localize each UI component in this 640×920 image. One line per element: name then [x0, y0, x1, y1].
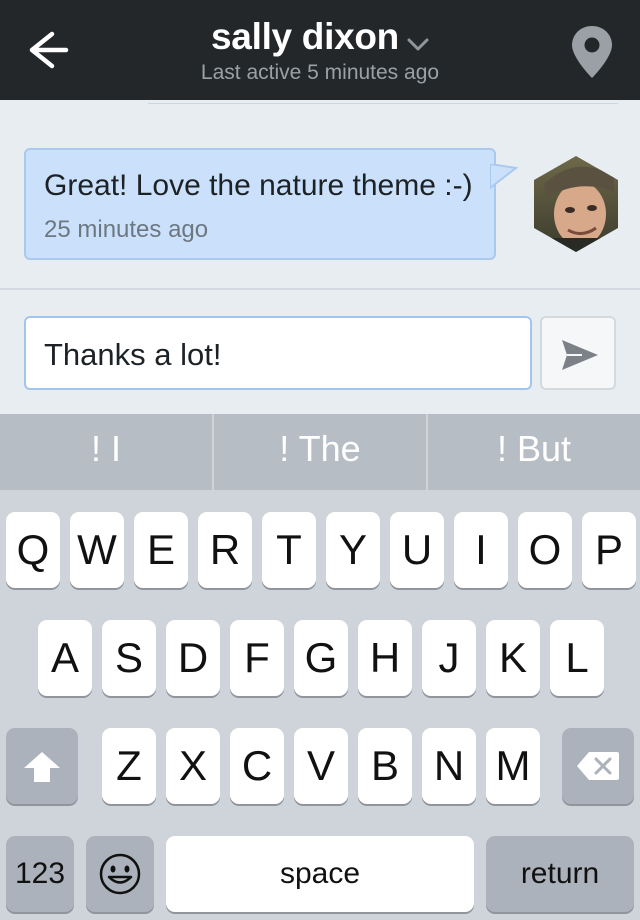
- message-input[interactable]: Thanks a lot!: [24, 316, 532, 390]
- last-active-status: Last active 5 minutes ago: [200, 61, 440, 84]
- key-p[interactable]: P: [582, 512, 636, 588]
- conversation-title[interactable]: sally dixon Last active 5 minutes ago: [160, 16, 480, 86]
- key-s[interactable]: S: [102, 620, 156, 696]
- key-b[interactable]: B: [358, 728, 412, 804]
- avatar[interactable]: [530, 154, 622, 254]
- compose-bar: Thanks a lot!: [0, 288, 640, 414]
- key-y[interactable]: Y: [326, 512, 380, 588]
- key-w[interactable]: W: [70, 512, 124, 588]
- key-v[interactable]: V: [294, 728, 348, 804]
- app-header: sally dixon Last active 5 minutes ago: [0, 0, 640, 100]
- key-m[interactable]: M: [486, 728, 540, 804]
- return-key[interactable]: return: [486, 836, 634, 912]
- delete-key[interactable]: [562, 728, 634, 804]
- key-k[interactable]: K: [486, 620, 540, 696]
- keyboard: ! I ! The ! But Q W E R T Y U I O P A S …: [0, 414, 640, 920]
- message-text: Great! Love the nature theme :-): [44, 169, 473, 202]
- key-e[interactable]: E: [134, 512, 188, 588]
- contact-name: sally dixon: [211, 16, 399, 57]
- key-r[interactable]: R: [198, 512, 252, 588]
- key-x[interactable]: X: [166, 728, 220, 804]
- bubble-tail: [490, 164, 518, 190]
- key-h[interactable]: H: [358, 620, 412, 696]
- key-g[interactable]: G: [294, 620, 348, 696]
- key-z[interactable]: Z: [102, 728, 156, 804]
- space-key[interactable]: space: [166, 836, 474, 912]
- key-n[interactable]: N: [422, 728, 476, 804]
- previous-message-edge: [148, 100, 618, 104]
- suggestion-2[interactable]: ! The: [214, 414, 426, 490]
- suggestion-1[interactable]: ! I: [0, 414, 212, 490]
- shift-key[interactable]: [6, 728, 78, 804]
- location-pin-icon[interactable]: [568, 24, 616, 80]
- send-icon: [562, 340, 598, 370]
- numbers-key[interactable]: 123: [6, 836, 74, 912]
- message-bubble[interactable]: Great! Love the nature theme :-) 25 minu…: [24, 148, 496, 260]
- key-q[interactable]: Q: [6, 512, 60, 588]
- key-f[interactable]: F: [230, 620, 284, 696]
- chevron-down-icon: [407, 38, 429, 51]
- suggestion-3[interactable]: ! But: [428, 414, 640, 490]
- shift-arrow-icon: [24, 752, 60, 782]
- key-t[interactable]: T: [262, 512, 316, 588]
- key-o[interactable]: O: [518, 512, 572, 588]
- suggestion-bar: ! I ! The ! But: [0, 414, 640, 490]
- key-l[interactable]: L: [550, 620, 604, 696]
- key-i[interactable]: I: [454, 512, 508, 588]
- conversation-area: Great! Love the nature theme :-) 25 minu…: [0, 100, 640, 288]
- message-timestamp: 25 minutes ago: [44, 216, 209, 243]
- key-j[interactable]: J: [422, 620, 476, 696]
- key-a[interactable]: A: [38, 620, 92, 696]
- key-u[interactable]: U: [390, 512, 444, 588]
- send-button[interactable]: [540, 316, 616, 390]
- key-c[interactable]: C: [230, 728, 284, 804]
- backspace-icon: [577, 752, 619, 780]
- back-arrow-icon[interactable]: [22, 26, 74, 74]
- emoji-smiley-icon: [99, 853, 141, 895]
- emoji-key[interactable]: [86, 836, 154, 912]
- key-d[interactable]: D: [166, 620, 220, 696]
